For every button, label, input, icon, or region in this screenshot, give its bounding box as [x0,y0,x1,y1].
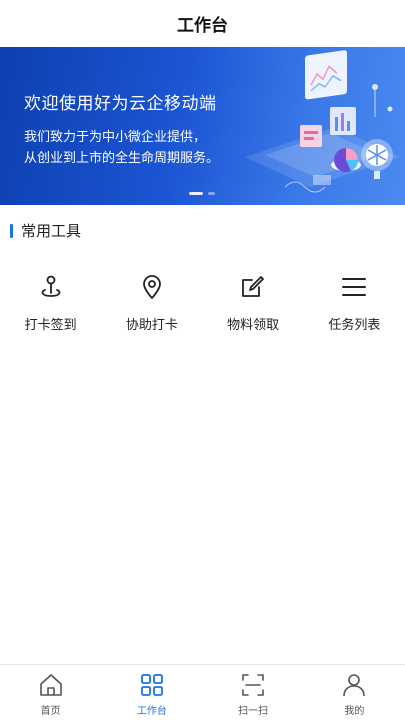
banner-illustration [245,50,400,193]
list-icon [339,272,369,302]
tools-grid: 打卡签到 协助打卡 物料领取 任务列表 [0,272,405,333]
tab-label: 首页 [40,706,61,717]
banner-line-2: 从创业到上市的全生命周期服务。 [24,151,220,166]
tool-material-pickup[interactable]: 物料领取 [203,272,304,333]
tab-label: 扫一扫 [238,706,269,717]
top-header: 工作台 [0,0,405,47]
scan-icon [239,671,267,699]
home-icon [37,671,65,699]
tab-mine[interactable]: 我的 [304,665,405,720]
promo-banner[interactable]: 欢迎使用好为云企移动端 我们致力于为中小微企业提供， 从创业到上市的全生命周期服… [0,47,405,205]
tool-label: 协助打卡 [125,318,178,333]
location-pin-icon [137,272,167,302]
banner-pagination [189,192,215,195]
tool-label: 打卡签到 [24,318,77,333]
banner-line-1: 我们致力于为中小微企业提供， [24,130,207,145]
banner-headline: 欢迎使用好为云企移动端 [24,94,217,114]
section-title: 常用工具 [21,222,82,240]
tool-assist-checkin[interactable]: 协助打卡 [101,272,202,333]
user-icon [340,671,368,699]
map-pin-checkin-icon [36,272,66,302]
tool-label: 任务列表 [328,318,381,333]
tab-home[interactable]: 首页 [0,665,101,720]
tool-task-list[interactable]: 任务列表 [304,272,405,333]
section-header: 常用工具 [10,220,81,241]
tab-workbench[interactable]: 工作台 [101,665,202,720]
tab-label: 我的 [344,706,365,717]
edit-icon [238,272,268,302]
tab-scan[interactable]: 扫一扫 [203,665,304,720]
tool-checkin[interactable]: 打卡签到 [0,272,101,333]
tab-label: 工作台 [136,706,167,717]
tool-label: 物料领取 [227,318,280,333]
grid-icon [138,671,166,699]
pagination-dot [208,192,215,195]
pagination-dot-active [189,192,203,195]
bottom-tab-bar: 首页 工作台 扫一扫 我的 [0,664,405,720]
section-accent-bar [10,223,13,238]
page-title: 工作台 [177,16,228,36]
